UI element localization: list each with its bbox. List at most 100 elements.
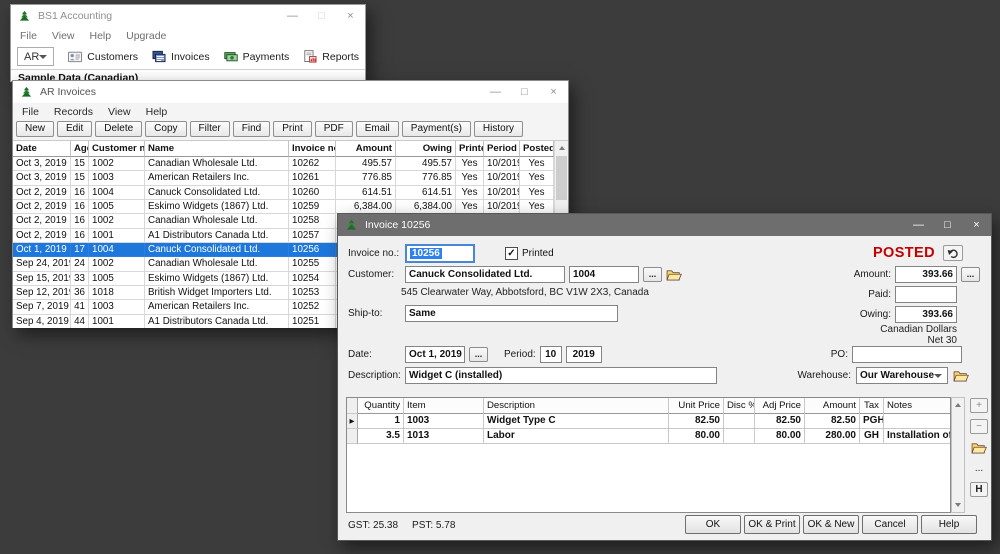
customer-no-input[interactable]: 1004 xyxy=(569,266,639,283)
minimize-button[interactable]: — xyxy=(904,214,933,236)
grid-cell[interactable]: Labor xyxy=(484,429,669,444)
grid-scrollbar[interactable] xyxy=(951,397,965,513)
column-header-posted[interactable]: Posted xyxy=(520,141,554,157)
toolbar-button-edit[interactable]: Edit xyxy=(57,121,93,137)
grid-column-header-description[interactable]: Description xyxy=(484,398,669,414)
toolbar-button-pdf[interactable]: PDF xyxy=(314,121,353,137)
grid-cell[interactable]: 82.50 xyxy=(805,414,860,429)
column-header-age[interactable]: Age xyxy=(71,141,89,157)
grid-cell[interactable]: 3.5 xyxy=(358,429,404,444)
button-ok-new[interactable]: OK & New xyxy=(803,515,859,534)
bs1-titlebar[interactable]: BS1 Accounting — □ × xyxy=(11,5,365,27)
toolbar-button-customers[interactable]: Customers xyxy=(68,50,138,64)
menu-item-upgrade[interactable]: Upgrade xyxy=(126,30,166,42)
module-select[interactable]: AR xyxy=(17,47,55,66)
column-header-amount[interactable]: Amount xyxy=(336,141,396,157)
grid-cell[interactable]: 80.00 xyxy=(669,429,724,444)
minimize-button[interactable]: — xyxy=(278,5,307,27)
unpost-undo-button[interactable] xyxy=(943,245,963,261)
grid-cell[interactable] xyxy=(724,414,755,429)
toolbar-button-filter[interactable]: Filter xyxy=(189,121,230,137)
grid-cell[interactable]: 82.50 xyxy=(669,414,724,429)
close-button[interactable]: × xyxy=(539,81,568,103)
printed-checkbox[interactable]: ✓ xyxy=(505,247,518,260)
grid-column-header-notes[interactable]: Notes xyxy=(884,398,950,414)
toolbar-button-invoices[interactable]: Invoices xyxy=(152,50,210,64)
scroll-up-arrow[interactable] xyxy=(952,398,964,412)
toolbar-button-history[interactable]: History xyxy=(473,121,524,137)
grid-cell[interactable] xyxy=(724,429,755,444)
invoice-titlebar[interactable]: Invoice 10256 — □ × xyxy=(338,214,991,236)
grid-cell[interactable]: PGH xyxy=(860,414,884,429)
grid-cell[interactable]: GH xyxy=(860,429,884,444)
grid-cell[interactable]: 82.50 xyxy=(755,414,805,429)
period-year-input[interactable]: 2019 xyxy=(565,346,602,363)
ar-titlebar[interactable]: AR Invoices — □ × xyxy=(13,81,568,103)
scroll-up-arrow[interactable] xyxy=(555,141,568,155)
grid-cell[interactable]: 1013 xyxy=(404,429,484,444)
maximize-button[interactable]: □ xyxy=(307,5,336,27)
button-ok-print[interactable]: OK & Print xyxy=(744,515,800,534)
close-button[interactable]: × xyxy=(336,5,365,27)
close-button[interactable]: × xyxy=(962,214,991,236)
period-month-input[interactable]: 10 xyxy=(539,346,562,363)
customer-name-input[interactable]: Canuck Consolidated Ltd. xyxy=(405,266,565,283)
date-picker-button[interactable]: ... xyxy=(469,347,488,362)
toolbar-button-email[interactable]: Email xyxy=(355,121,399,137)
customer-lookup-button[interactable]: ... xyxy=(643,267,662,282)
grid-cell[interactable]: Installation of w xyxy=(884,429,950,444)
toolbar-button-find[interactable]: Find xyxy=(232,121,271,137)
description-input[interactable]: Widget C (installed) xyxy=(405,367,717,384)
column-header-owing[interactable]: Owing xyxy=(396,141,456,157)
more-button[interactable]: ... xyxy=(970,461,988,476)
history-button[interactable]: H xyxy=(970,482,988,497)
column-header-customer-no[interactable]: Customer no. xyxy=(89,141,145,157)
grid-row[interactable]: 3.5 1013 Labor 80.00 80.00 280.00 GH Installati… xyxy=(347,429,950,444)
grid-cell[interactable]: 1 xyxy=(358,414,404,429)
maximize-button[interactable]: □ xyxy=(510,81,539,103)
menu-item-file[interactable]: File xyxy=(20,30,37,42)
scroll-down-arrow[interactable] xyxy=(952,498,964,512)
row-selector-cell[interactable] xyxy=(347,429,358,444)
amount-ellipsis-button[interactable]: ... xyxy=(961,267,980,282)
grid-column-header-item[interactable]: Item xyxy=(404,398,484,414)
grid-column-header-tax[interactable]: Tax xyxy=(860,398,884,414)
menu-item-view[interactable]: View xyxy=(108,106,131,118)
date-input[interactable]: Oct 1, 2019 xyxy=(405,346,465,363)
menu-item-records[interactable]: Records xyxy=(54,106,93,118)
paid-field[interactable] xyxy=(895,286,957,303)
warehouse-folder-icon[interactable] xyxy=(953,370,969,382)
grid-cell[interactable] xyxy=(884,414,950,429)
row-selector-cell[interactable]: ▶ xyxy=(347,414,358,429)
table-row[interactable]: Oct 2, 2019 16 1004 Canuck Consolidated Ltd… xyxy=(13,185,568,200)
grid-column-header-unit-price[interactable]: Unit Price xyxy=(669,398,724,414)
amount-field[interactable]: 393.66 xyxy=(895,266,957,283)
column-header-date[interactable]: Date xyxy=(13,141,71,157)
invoice-no-input[interactable]: 10256 xyxy=(405,244,475,263)
grid-column-header-disc[interactable]: Disc % xyxy=(724,398,755,414)
grid-cell[interactable]: 280.00 xyxy=(805,429,860,444)
grid-column-header-adj-price[interactable]: Adj Price xyxy=(755,398,805,414)
column-header-invoice-no[interactable]: Invoice no. xyxy=(289,141,336,157)
button-help[interactable]: Help xyxy=(921,515,977,534)
grid-row[interactable]: ▶ 1 1003 Widget Type C 82.50 82.50 82.50 PGH xyxy=(347,414,950,429)
scrollbar-thumb[interactable] xyxy=(556,156,567,200)
grid-cell[interactable]: Widget Type C xyxy=(484,414,669,429)
warehouse-select[interactable]: Our Warehouse xyxy=(856,367,948,384)
grid-column-header-amount[interactable]: Amount xyxy=(805,398,860,414)
column-header-name[interactable]: Name xyxy=(145,141,289,157)
grid-cell[interactable]: 1003 xyxy=(404,414,484,429)
column-header-period[interactable]: Period xyxy=(484,141,520,157)
delete-row-button[interactable]: − xyxy=(970,419,988,434)
folder-button[interactable] xyxy=(970,440,988,455)
toolbar-button-new[interactable]: New xyxy=(16,121,55,137)
po-input[interactable] xyxy=(852,346,962,363)
button-ok[interactable]: OK xyxy=(685,515,741,534)
menu-item-view[interactable]: View xyxy=(52,30,75,42)
table-row[interactable]: Oct 3, 2019 15 1003 American Retailers Inc.… xyxy=(13,171,568,186)
menu-item-help[interactable]: Help xyxy=(90,30,112,42)
add-row-button[interactable]: + xyxy=(970,398,988,413)
toolbar-button-print[interactable]: Print xyxy=(273,121,312,137)
maximize-button[interactable]: □ xyxy=(933,214,962,236)
column-header-printed[interactable]: Printed xyxy=(456,141,484,157)
